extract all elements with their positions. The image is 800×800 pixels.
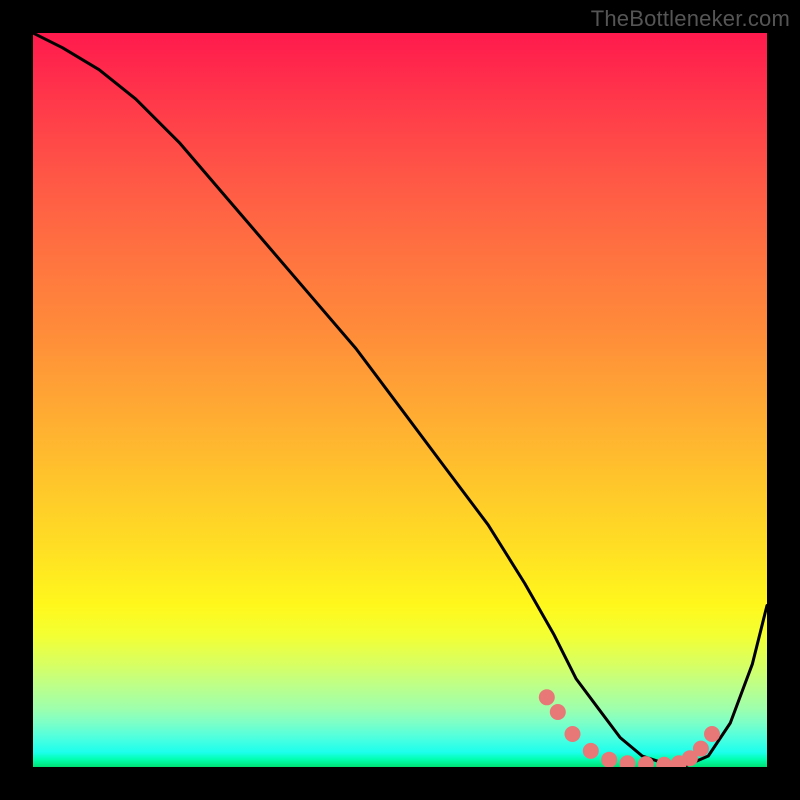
marker-dot [656,757,672,767]
chart-svg [33,33,767,767]
chart-frame: TheBottleneker.com [0,0,800,800]
plot-area [33,33,767,767]
curve-line [33,33,767,766]
marker-dot [550,704,566,720]
marker-dot [620,755,636,767]
marker-dot [693,741,709,757]
marker-dot [539,689,555,705]
watermark-text: TheBottleneker.com [591,6,790,32]
bottleneck-curve-path [33,33,767,766]
marker-dot [565,726,581,742]
marker-dots [539,689,720,767]
marker-dot [583,743,599,759]
marker-dot [704,726,720,742]
marker-dot [601,752,617,767]
